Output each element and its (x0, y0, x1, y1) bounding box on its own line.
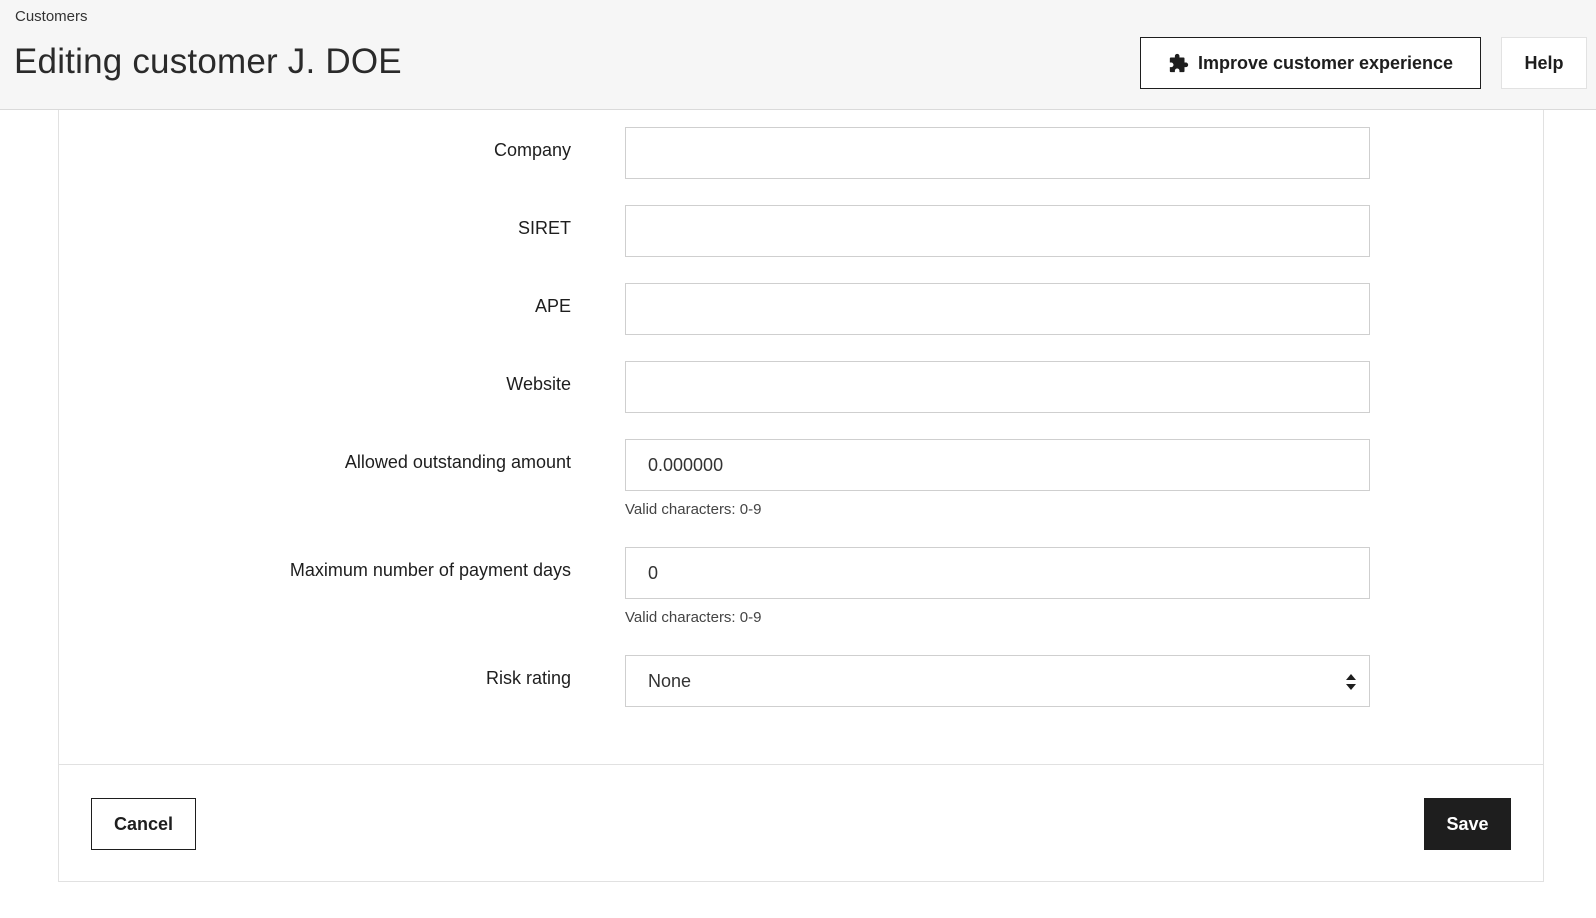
select-arrows-icon (1345, 673, 1357, 696)
breadcrumb[interactable]: Customers (15, 8, 88, 25)
improve-button-label: Improve customer experience (1197, 52, 1454, 73)
website-input[interactable] (625, 361, 1370, 413)
siret-label: SIRET (517, 218, 571, 238)
page-title: Editing customer J. DOE (14, 42, 402, 81)
company-input[interactable] (625, 127, 1370, 179)
allowed-outstanding-amount-helper: Valid characters: 0-9 (625, 501, 762, 518)
puzzle-piece-icon (1168, 52, 1190, 74)
max-payment-days-helper: Valid characters: 0-9 (625, 609, 762, 626)
allowed-outstanding-amount-label: Allowed outstanding amount (344, 452, 571, 472)
risk-rating-label: Risk rating (485, 668, 571, 688)
save-button[interactable]: Save (1424, 798, 1511, 850)
max-payment-days-label: Maximum number of payment days (289, 560, 571, 580)
website-label: Website (506, 374, 571, 394)
ape-label: APE (534, 296, 571, 316)
company-label: Company (493, 140, 571, 160)
risk-rating-select[interactable]: None (625, 655, 1370, 707)
max-payment-days-input[interactable] (625, 547, 1370, 599)
siret-input[interactable] (625, 205, 1370, 257)
improve-customer-experience-button[interactable]: Improve customer experience (1140, 37, 1481, 89)
page-header: Customers Editing customer J. DOE Improv… (0, 0, 1596, 110)
help-button[interactable]: Help (1501, 37, 1587, 89)
risk-rating-selected-value: None (648, 670, 692, 691)
ape-input[interactable] (625, 283, 1370, 335)
footer-divider (58, 764, 1544, 765)
allowed-outstanding-amount-input[interactable] (625, 439, 1370, 491)
cancel-button[interactable]: Cancel (91, 798, 196, 850)
